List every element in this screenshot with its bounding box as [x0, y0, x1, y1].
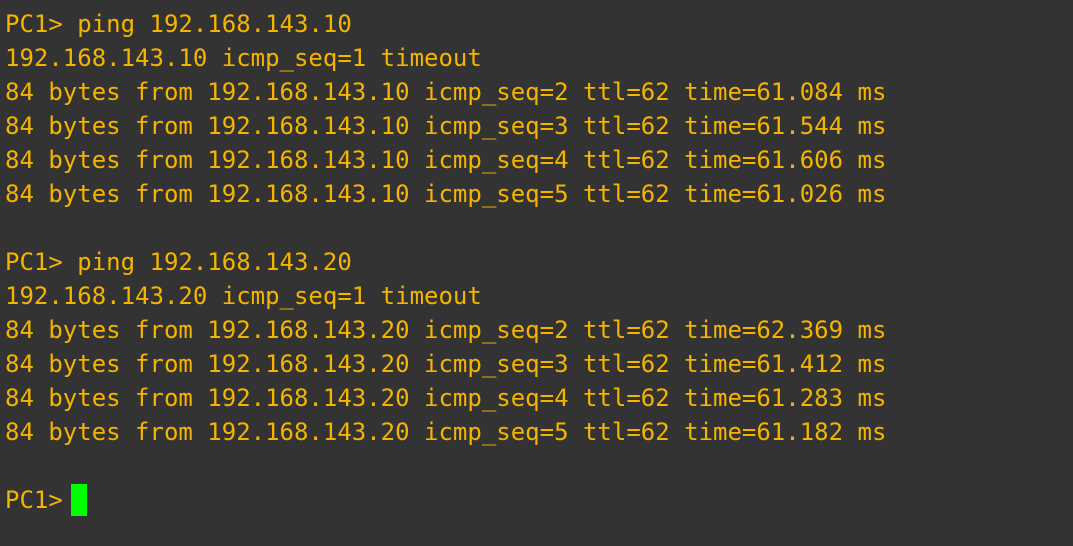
input-prompt-row[interactable]: PC1> — [5, 483, 1073, 517]
text-cursor[interactable] — [70, 484, 87, 516]
output-line: 84 bytes from 192.168.143.20 icmp_seq=5 … — [5, 418, 887, 446]
output-line: 84 bytes from 192.168.143.10 icmp_seq=3 … — [5, 112, 887, 140]
output-line: 192.168.143.20 icmp_seq=1 timeout — [5, 282, 482, 310]
output-line: 192.168.143.10 icmp_seq=1 timeout — [5, 44, 482, 72]
output-line: 84 bytes from 192.168.143.20 icmp_seq=3 … — [5, 350, 887, 378]
command-line: PC1> ping 192.168.143.10 — [5, 10, 352, 38]
prompt-label: PC1> — [5, 486, 63, 514]
output-line: 84 bytes from 192.168.143.10 icmp_seq=5 … — [5, 180, 887, 208]
terminal-window[interactable]: PC1> ping 192.168.143.10 192.168.143.10 … — [0, 0, 1073, 546]
output-line: 84 bytes from 192.168.143.20 icmp_seq=4 … — [5, 384, 887, 412]
command-line: PC1> ping 192.168.143.20 — [5, 248, 352, 276]
output-line: 84 bytes from 192.168.143.20 icmp_seq=2 … — [5, 316, 887, 344]
output-line: 84 bytes from 192.168.143.10 icmp_seq=4 … — [5, 146, 887, 174]
output-line: 84 bytes from 192.168.143.10 icmp_seq=2 … — [5, 78, 887, 106]
